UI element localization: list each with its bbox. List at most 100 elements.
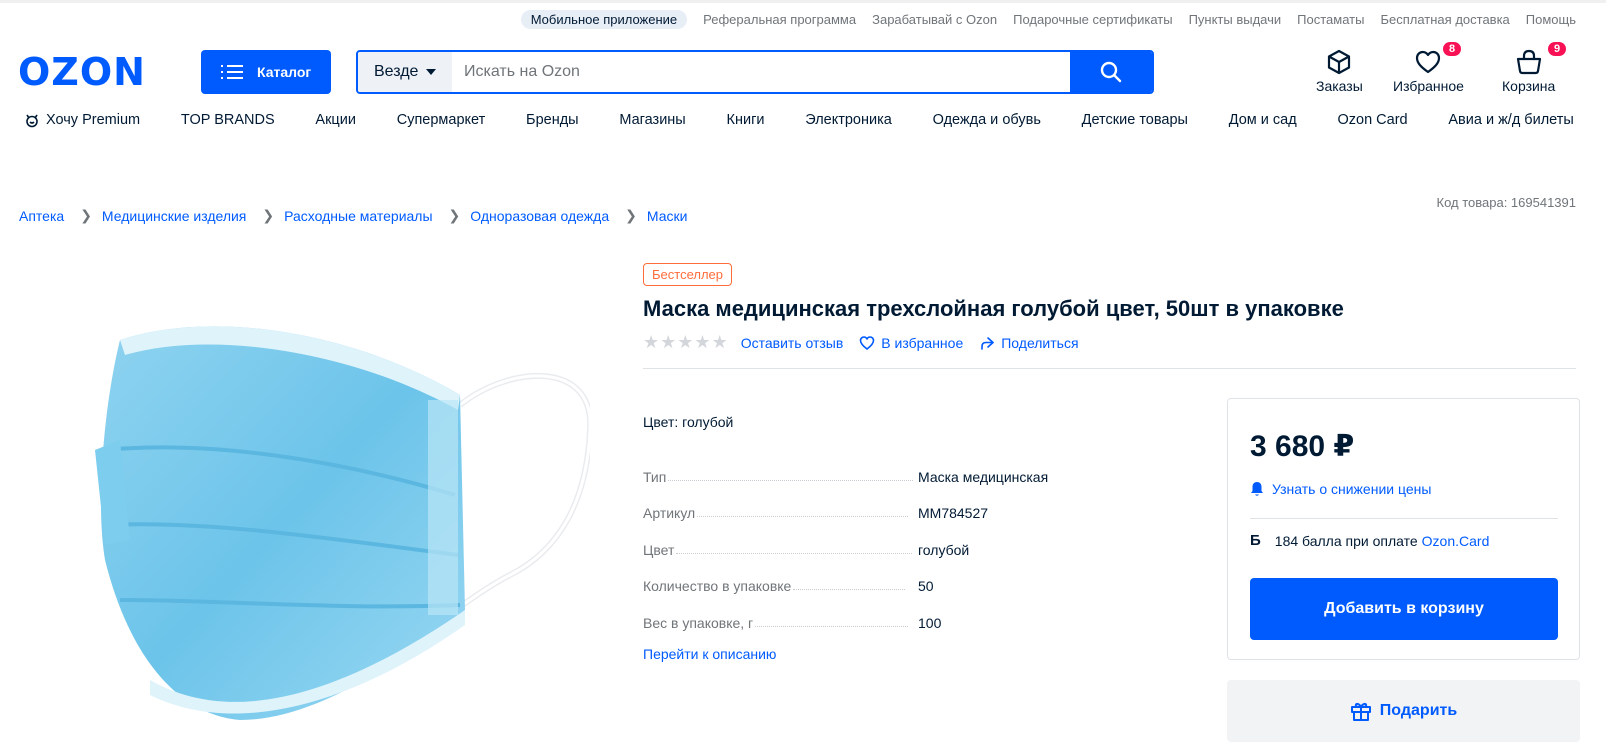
cart-label: Корзина (1502, 78, 1556, 94)
spec-value: голубой (918, 541, 970, 558)
breadcrumb-item[interactable]: Аптека (19, 208, 64, 224)
ozon-card-link[interactable]: Ozon.Card (1422, 533, 1490, 549)
favorites-badge: 8 (1443, 42, 1462, 56)
product-actions-row: ★ ★ ★ ★ ★ Оставить отзыв В избранное Поделит… (643, 332, 1095, 353)
spec-row: Цвет голубой (643, 521, 1063, 558)
nav-item-stores[interactable]: Магазины (619, 112, 685, 128)
search-bar: Везде (356, 50, 1154, 94)
spec-value: 100 (918, 614, 942, 631)
nav-item-books[interactable]: Книги (727, 112, 765, 128)
breadcrumb-item[interactable]: Одноразовая одежда (470, 208, 609, 224)
orders-label: Заказы (1316, 78, 1363, 94)
favorite-link-label: В избранное (881, 334, 964, 351)
breadcrumb-item[interactable]: Медицинские изделия (102, 208, 246, 224)
divider (1250, 518, 1558, 519)
go-to-description-link[interactable]: Перейти к описанию (643, 646, 776, 662)
catalog-button[interactable]: Каталог (201, 50, 331, 94)
nav-item-clothing[interactable]: Одежда и обувь (933, 112, 1041, 128)
spec-key: Вес в упаковке, г (643, 614, 754, 631)
spec-dots (676, 552, 913, 554)
top-link-gift-cards[interactable]: Подарочные сертификаты (1013, 12, 1172, 27)
spec-row: Тип Маска медицинская (643, 448, 1063, 485)
caret-down-icon (426, 69, 437, 75)
bonus-points-icon: Б (1250, 532, 1261, 549)
spec-key: Количество в упаковке (643, 578, 792, 594)
product-image[interactable] (90, 310, 594, 730)
spec-value: MM784527 (918, 505, 989, 521)
spec-dots (697, 516, 909, 517)
top-strip (0, 0, 1606, 3)
rating-stars: ★ ★ ★ ★ ★ (643, 332, 729, 353)
bonus-text: 184 балла при оплате (1274, 532, 1418, 549)
basket-icon (1516, 49, 1541, 75)
favorites-button[interactable]: 8 Избранное (1393, 42, 1464, 94)
search-scope-select[interactable]: Везде (358, 52, 452, 92)
breadcrumb-item[interactable]: Расходные материалы (284, 208, 432, 224)
catalog-label: Каталог (257, 64, 312, 80)
nav-item-ozon-card[interactable]: Ozon Card (1337, 112, 1407, 128)
mobile-app-link[interactable]: Мобильное приложение (520, 10, 688, 29)
top-link-parcel-lockers[interactable]: Постаматы (1297, 12, 1364, 27)
add-to-cart-button[interactable]: Добавить в корзину (1250, 578, 1558, 640)
nav-item-promotions[interactable]: Акции (315, 112, 356, 128)
top-links-bar: Мобильное приложение Реферальная програм… (520, 10, 1576, 29)
nav-item-electronics[interactable]: Электроника (805, 112, 892, 128)
premium-icon (26, 114, 38, 128)
star-icon: ★ (694, 332, 711, 352)
search-input[interactable] (452, 52, 1070, 92)
top-link-pickup-points[interactable]: Пункты выдачи (1189, 12, 1282, 27)
price-alert-link[interactable]: Узнать о снижении цены (1250, 481, 1431, 497)
top-link-referral[interactable]: Реферальная программа (703, 12, 856, 27)
chevron-right-icon: ❯ (448, 207, 461, 223)
nav-item-label: Хочу Premium (46, 112, 141, 128)
nav-item-brands[interactable]: Бренды (526, 112, 579, 128)
spec-dots (793, 589, 906, 590)
add-to-favorites-link[interactable]: В избранное (859, 335, 963, 351)
top-link-earn[interactable]: Зарабатывай с Ozon (872, 12, 997, 27)
share-icon (981, 336, 995, 350)
heart-icon (859, 335, 875, 350)
favorites-label: Избранное (1393, 78, 1464, 94)
top-link-help[interactable]: Помощь (1526, 12, 1576, 27)
nav-item-top-brands[interactable]: TOP BRANDS (181, 112, 275, 128)
bell-icon (1251, 482, 1263, 496)
medical-mask-image (95, 326, 594, 720)
breadcrumb-item[interactable]: Маски (647, 208, 688, 224)
gift-button[interactable]: Подарить (1227, 680, 1580, 742)
nav-item-home-garden[interactable]: Дом и сад (1229, 112, 1297, 128)
category-nav: Хочу Premium TOP BRANDS Акции Супермарке… (24, 112, 1574, 128)
breadcrumb: Аптека ❯ Медицинские изделия ❯ Расходные… (19, 207, 687, 224)
star-icon: ★ (660, 332, 677, 352)
spec-key: Цвет (643, 541, 675, 558)
star-icon: ★ (677, 332, 694, 352)
cart-button[interactable]: 9 Корзина (1502, 42, 1567, 94)
leave-review-link[interactable]: Оставить отзыв (741, 335, 844, 351)
chevron-right-icon: ❯ (262, 207, 275, 223)
share-link[interactable]: Поделиться (979, 335, 1079, 351)
bonus-info: Б 184 балла при оплате Ozon.Card (1250, 532, 1489, 549)
ozon-logo[interactable]: OZON (18, 50, 146, 94)
spec-key: Артикул (643, 505, 696, 521)
orders-button[interactable]: Заказы (1316, 48, 1363, 94)
nav-item-premium[interactable]: Хочу Premium (24, 112, 140, 128)
top-link-free-delivery[interactable]: Бесплатная доставка (1380, 12, 1509, 27)
product-sku: Код товара: 169541391 (1436, 195, 1577, 210)
bestseller-badge: Бестселлер (643, 263, 732, 286)
price-alert-label: Узнать о снижении цены (1272, 481, 1432, 497)
spec-row: Количество в упаковке 50 (643, 558, 1063, 594)
spec-row: Вес в упаковке, г 100 (643, 594, 1063, 631)
heart-icon (1416, 50, 1441, 74)
cart-badge: 9 (1548, 42, 1567, 56)
nav-item-supermarket[interactable]: Супермаркет (397, 112, 486, 128)
nav-item-kids[interactable]: Детские товары (1082, 112, 1188, 128)
gift-icon (1350, 702, 1371, 721)
nav-item-tickets[interactable]: Авиа и ж/д билеты (1448, 112, 1573, 128)
spec-dots (755, 625, 909, 627)
chevron-right-icon: ❯ (80, 207, 92, 223)
search-button[interactable] (1070, 52, 1152, 92)
spec-row: Артикул MM784527 (643, 485, 1063, 521)
box-icon (1328, 49, 1351, 75)
spec-value: 50 (918, 578, 934, 594)
spec-list: Тип Маска медицинская Артикул MM784527 Ц… (643, 448, 1063, 631)
chevron-right-icon: ❯ (625, 207, 637, 223)
